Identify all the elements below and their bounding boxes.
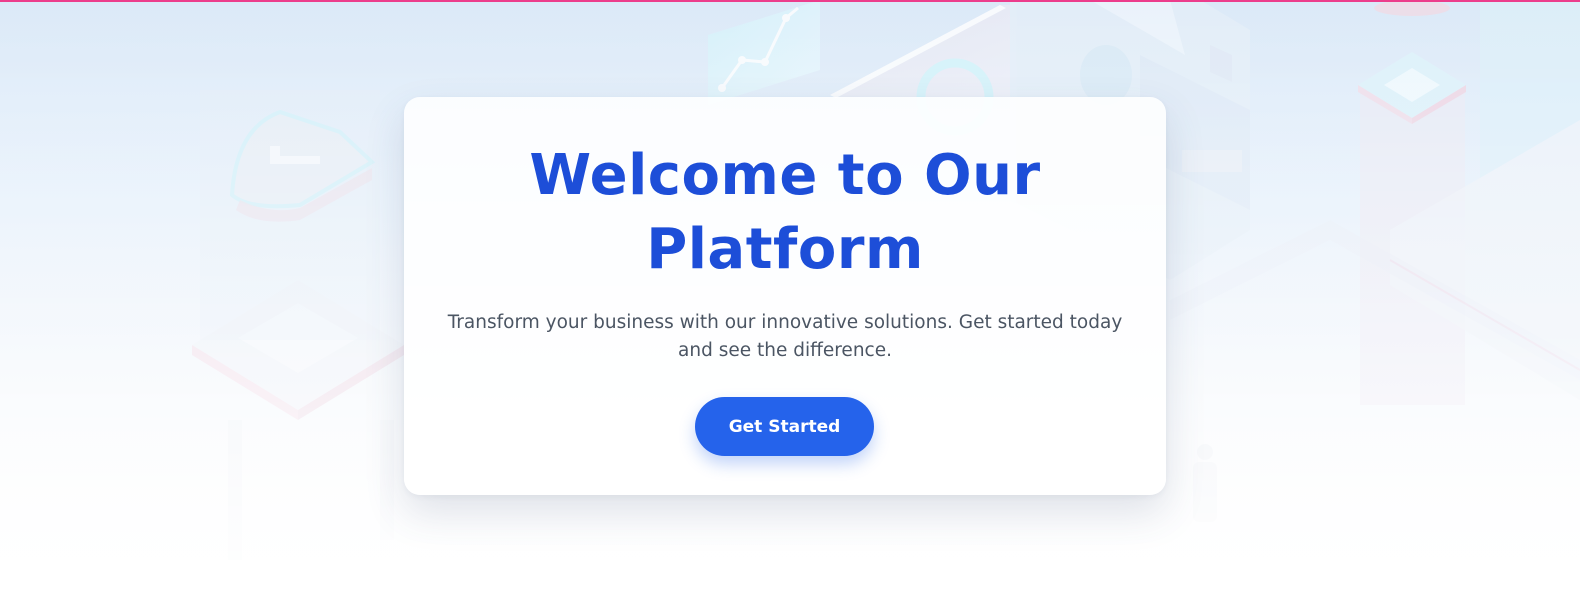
hero-subtitle: Transform your business with our innovat… bbox=[447, 312, 1123, 361]
top-accent-bar bbox=[0, 0, 1580, 2]
hero-title: Welcome to Our Platform bbox=[529, 143, 1041, 282]
get-started-button[interactable]: Get Started bbox=[695, 397, 874, 456]
hero-card: Welcome to Our Platform Transform your b… bbox=[404, 97, 1166, 495]
